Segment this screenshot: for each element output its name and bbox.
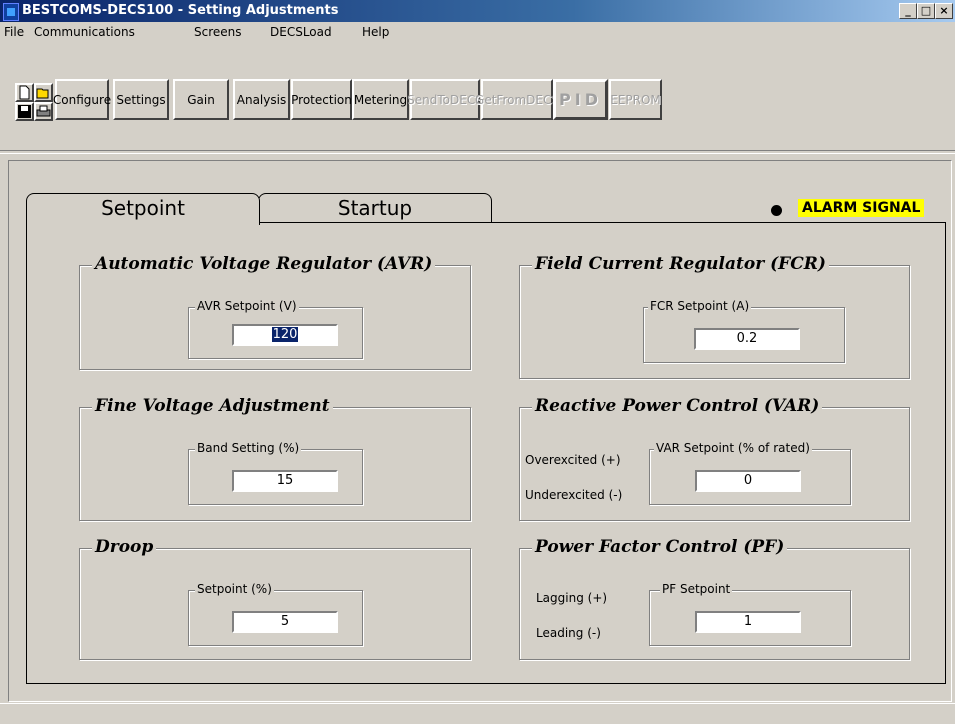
fine-voltage-group: Fine Voltage Adjustment Band Setting (%)… <box>79 396 471 521</box>
tab-setpoint[interactable]: Setpoint <box>26 193 260 225</box>
pf-setpoint-box: PF Setpoint 1 <box>649 582 851 646</box>
alarm-signal-label: ALARM SIGNAL <box>798 199 925 217</box>
var-setpoint-box: VAR Setpoint (% of rated) 0 <box>649 441 851 505</box>
alarm-indicator-icon <box>771 205 782 216</box>
band-setting-label: Band Setting (%) <box>195 441 302 455</box>
open-file-button[interactable] <box>34 83 53 102</box>
eeprom-button[interactable]: EEPROM <box>609 79 662 120</box>
status-bar <box>0 703 955 724</box>
app-icon <box>3 3 19 21</box>
underexcited-label: Underexcited (-) <box>525 488 623 502</box>
fcr-setpoint-box: FCR Setpoint (A) 0.2 <box>643 299 845 363</box>
print-button[interactable] <box>34 102 53 121</box>
send-to-decs-button[interactable]: SendToDECS <box>407 79 483 120</box>
window-title: BESTCOMS-DECS100 - Setting Adjustments <box>22 3 339 18</box>
fcr-setpoint-label: FCR Setpoint (A) <box>648 299 752 313</box>
toolbar-separator <box>0 150 955 154</box>
menu-file[interactable]: File <box>4 25 24 39</box>
tab-startup[interactable]: Startup <box>258 193 492 222</box>
pid-button[interactable]: PID <box>553 79 608 120</box>
avr-group: Automatic Voltage Regulator (AVR) AVR Se… <box>79 254 471 370</box>
avr-setpoint-label: AVR Setpoint (V) <box>195 299 299 313</box>
title-bar[interactable]: BESTCOMS-DECS100 - Setting Adjustments _… <box>0 0 955 22</box>
pf-setpoint-label: PF Setpoint <box>660 582 733 596</box>
save-button[interactable] <box>15 102 34 121</box>
droop-group: Droop Setpoint (%) 5 <box>79 537 471 660</box>
overexcited-label: Overexcited (+) <box>525 453 621 467</box>
leading-label: Leading (-) <box>536 626 601 640</box>
band-setting-input[interactable]: 15 <box>232 470 338 492</box>
minimize-button[interactable]: _ <box>899 3 917 19</box>
analysis-button[interactable]: Analysis <box>233 79 290 120</box>
menu-help[interactable]: Help <box>362 25 389 39</box>
droop-setpoint-box: Setpoint (%) 5 <box>188 582 363 646</box>
var-group-title: Reactive Power Control (VAR) <box>532 396 823 416</box>
fcr-group: Field Current Regulator (FCR) FCR Setpoi… <box>519 254 910 379</box>
var-group: Reactive Power Control (VAR) Overexcited… <box>519 396 910 521</box>
save-icon <box>18 105 31 118</box>
pf-group-title: Power Factor Control (PF) <box>532 537 788 557</box>
lagging-label: Lagging (+) <box>536 591 608 605</box>
close-button[interactable]: × <box>935 3 953 19</box>
avr-setpoint-box: AVR Setpoint (V) 120 <box>188 299 363 359</box>
protection-button[interactable]: Protection <box>291 79 352 120</box>
fine-voltage-title: Fine Voltage Adjustment <box>92 396 333 416</box>
fcr-group-title: Field Current Regulator (FCR) <box>532 254 829 274</box>
gain-button[interactable]: Gain <box>173 79 229 120</box>
var-setpoint-input[interactable]: 0 <box>695 470 801 492</box>
droop-setpoint-label: Setpoint (%) <box>195 582 274 596</box>
band-setting-box: Band Setting (%) 15 <box>188 441 363 505</box>
avr-setpoint-input[interactable]: 120 <box>232 324 338 346</box>
avr-group-title: Automatic Voltage Regulator (AVR) <box>92 254 436 274</box>
open-folder-icon <box>36 88 49 99</box>
app-window: BESTCOMS-DECS100 - Setting Adjustments _… <box>0 0 955 723</box>
menu-decsload[interactable]: DECSLoad <box>270 25 332 39</box>
pf-group: Power Factor Control (PF) Lagging (+) Le… <box>519 537 910 660</box>
droop-title: Droop <box>92 537 157 557</box>
get-from-decs-button[interactable]: GetFromDECS <box>475 79 559 120</box>
metering-button[interactable]: Metering <box>352 79 409 120</box>
fcr-setpoint-input[interactable]: 0.2 <box>694 328 800 350</box>
maximize-button[interactable]: □ <box>917 3 935 19</box>
menu-bar: File Communications Screens DECSLoad Hel… <box>0 22 955 42</box>
menu-communications[interactable]: Communications <box>34 25 135 39</box>
droop-setpoint-input[interactable]: 5 <box>232 611 338 633</box>
menu-screens[interactable]: Screens <box>194 25 242 39</box>
settings-button[interactable]: Settings <box>113 79 169 120</box>
new-file-button[interactable] <box>15 83 34 102</box>
pf-setpoint-input[interactable]: 1 <box>695 611 801 633</box>
toolbar: Configure Settings Gain Analysis Protect… <box>0 42 955 152</box>
print-icon <box>36 105 51 117</box>
var-setpoint-label: VAR Setpoint (% of rated) <box>654 441 812 455</box>
configure-button[interactable]: Configure <box>53 79 111 120</box>
new-file-icon <box>19 85 30 100</box>
